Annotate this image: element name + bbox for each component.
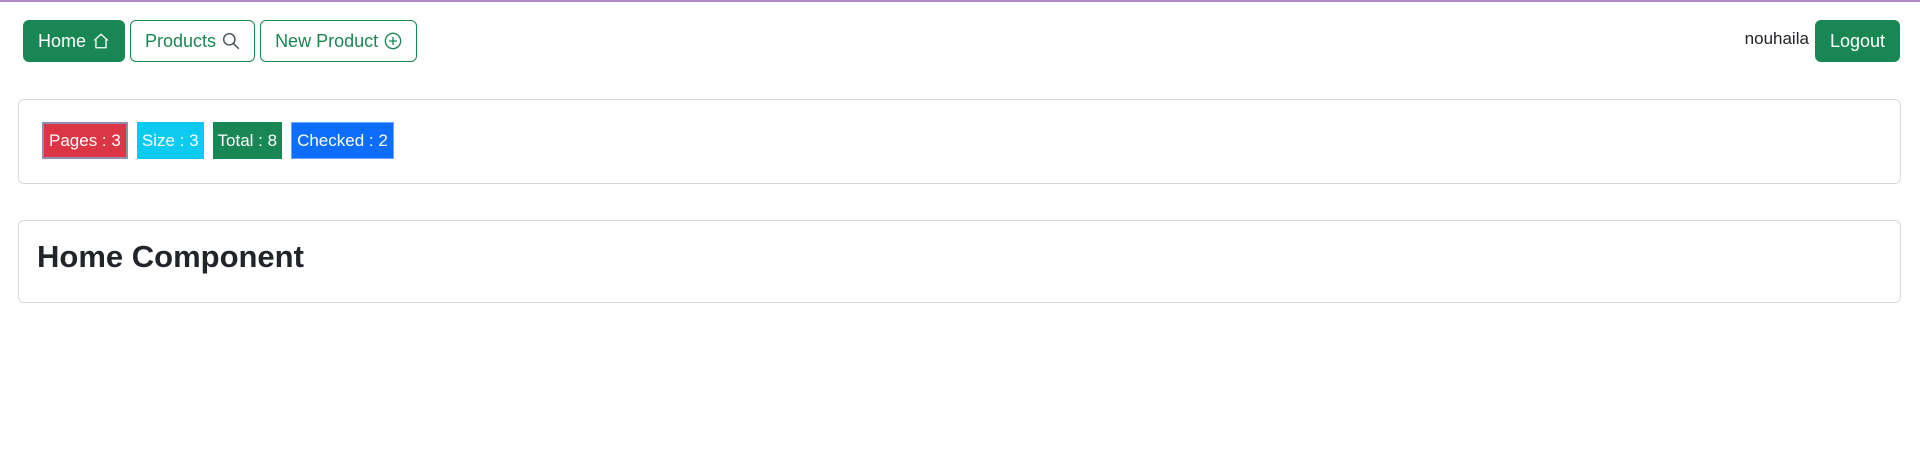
house-icon (92, 32, 110, 50)
page-title: Home Component (37, 239, 304, 274)
logout-button-label: Logout (1829, 30, 1885, 51)
total-badge: Total : 8 (212, 122, 283, 159)
nav-right-group: nouhaila Logout (1745, 20, 1900, 62)
new-product-button-label: New Product (275, 30, 379, 51)
products-button-label: Products (145, 30, 217, 51)
home-button-label: Home (38, 30, 87, 51)
plus-circle-icon (384, 32, 402, 50)
stats-badges: Pages : 3 Size : 3 Total : 8 Checked : 2 (42, 122, 394, 159)
products-button[interactable]: Products (130, 20, 256, 62)
home-button[interactable]: Home (23, 20, 126, 62)
username-label: nouhaila (1744, 29, 1809, 48)
logout-button[interactable]: Logout (1814, 20, 1900, 62)
size-badge: Size : 3 (136, 122, 204, 159)
nav-left-group: Home Products New Product (23, 20, 418, 62)
home-component-card: Home Component (18, 220, 1901, 303)
pages-badge: Pages : 3 (42, 122, 128, 159)
search-icon (222, 32, 240, 50)
new-product-button[interactable]: New Product (260, 20, 418, 62)
stats-card: Pages : 3 Size : 3 Total : 8 Checked : 2 (18, 99, 1901, 184)
navbar: Home Products New Product nouhaila Logou… (0, 2, 1920, 80)
checked-badge: Checked : 2 (291, 122, 394, 159)
